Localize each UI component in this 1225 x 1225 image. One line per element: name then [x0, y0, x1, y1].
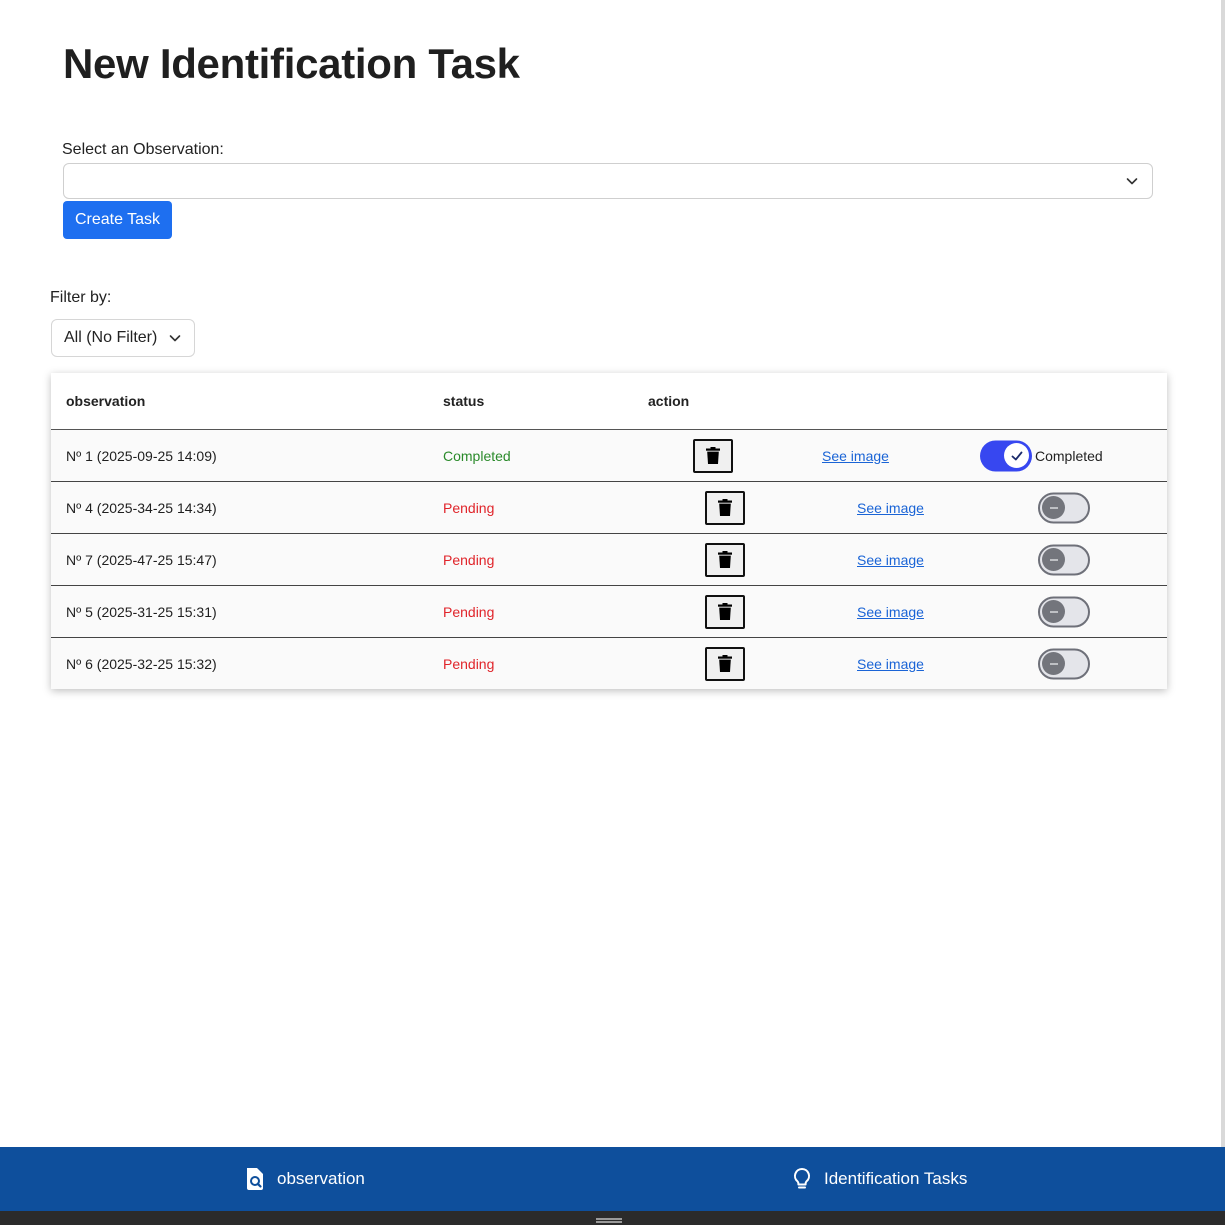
toggle-knob — [1042, 548, 1065, 571]
nav-item-identification-tasks[interactable]: Identification Tasks — [792, 1147, 967, 1211]
delete-button[interactable] — [693, 438, 733, 473]
completion-toggle[interactable] — [1038, 596, 1090, 627]
completion-toggle[interactable] — [980, 440, 1032, 471]
nav-item-identification-tasks-label: Identification Tasks — [824, 1169, 968, 1188]
observation-cell: Nº 1 (2025-09-25 14:09) — [66, 447, 217, 464]
status-cell: Pending — [443, 603, 495, 620]
trash-icon — [718, 551, 732, 568]
observation-select[interactable] — [63, 163, 1153, 199]
table-row: Nº 7 (2025-47-25 15:47) Pending See imag… — [51, 534, 1167, 586]
table-row: Nº 5 (2025-31-25 15:31) Pending See imag… — [51, 586, 1167, 638]
chevron-down-icon — [1126, 178, 1138, 185]
toggle-label: Completed — [1035, 447, 1103, 464]
status-cell: Pending — [443, 551, 495, 568]
observation-cell: Nº 6 (2025-32-25 15:32) — [66, 655, 217, 672]
delete-button[interactable] — [705, 542, 745, 577]
see-image-link[interactable]: See image — [857, 604, 924, 620]
trash-icon — [718, 655, 732, 672]
table-row: Nº 6 (2025-32-25 15:32) Pending See imag… — [51, 638, 1167, 689]
toggle-knob — [1042, 600, 1065, 623]
minus-icon — [1049, 662, 1058, 665]
scrollbar-edge — [1221, 0, 1225, 1147]
observation-select-label: Select an Observation: — [62, 141, 224, 158]
toggle-knob — [1042, 652, 1065, 675]
delete-button[interactable] — [705, 594, 745, 629]
observation-cell: Nº 7 (2025-47-25 15:47) — [66, 551, 217, 568]
search-document-icon — [247, 1168, 263, 1190]
table-row: Nº 4 (2025-34-25 14:34) Pending See imag… — [51, 482, 1167, 534]
see-image-link[interactable]: See image — [857, 500, 924, 516]
completion-toggle[interactable] — [1038, 648, 1090, 679]
see-image-link[interactable]: See image — [857, 656, 924, 672]
observation-cell: Nº 4 (2025-34-25 14:34) — [66, 499, 217, 516]
chevron-down-icon — [170, 335, 181, 342]
toggle-knob — [1042, 496, 1065, 519]
status-cell: Pending — [443, 655, 495, 672]
column-header-action: action — [648, 393, 690, 409]
status-cell: Pending — [443, 499, 495, 516]
observation-cell: Nº 5 (2025-31-25 15:31) — [66, 603, 217, 620]
column-header-observation: observation — [66, 393, 146, 409]
see-image-link[interactable]: See image — [822, 448, 889, 464]
drag-handle-icon[interactable] — [596, 1218, 622, 1220]
completion-toggle[interactable] — [1038, 492, 1090, 523]
page-title: New Identification Task — [63, 40, 520, 87]
delete-button[interactable] — [705, 646, 745, 681]
nav-item-observation-label: observation — [277, 1169, 365, 1188]
filter-select-value: All (No Filter) — [64, 329, 158, 346]
minus-icon — [1049, 558, 1058, 561]
filter-select[interactable]: All (No Filter) — [51, 319, 195, 357]
trash-icon — [718, 603, 732, 620]
see-image-link[interactable]: See image — [857, 552, 924, 568]
table-row: Nº 1 (2025-09-25 14:09) Completed See im… — [51, 430, 1167, 482]
lightbulb-icon — [793, 1167, 811, 1189]
system-navigation-bar — [0, 1211, 1225, 1225]
trash-icon — [718, 499, 732, 516]
toggle-knob — [1004, 443, 1029, 468]
delete-button[interactable] — [705, 490, 745, 525]
filter-label: Filter by: — [50, 289, 112, 306]
status-cell: Completed — [443, 447, 511, 464]
nav-item-observation[interactable]: observation — [245, 1147, 365, 1211]
table-header: observation status action — [51, 373, 1167, 430]
column-header-status: status — [443, 393, 485, 409]
check-icon — [1011, 451, 1022, 460]
completion-toggle[interactable] — [1038, 544, 1090, 575]
bottom-nav: observation Identification Tasks — [0, 1147, 1225, 1211]
minus-icon — [1049, 610, 1058, 613]
minus-icon — [1049, 506, 1058, 509]
create-task-button[interactable]: Create Task — [63, 201, 172, 239]
trash-icon — [706, 447, 720, 464]
tasks-table: observation status action Nº 1 (2025-09-… — [51, 373, 1167, 689]
